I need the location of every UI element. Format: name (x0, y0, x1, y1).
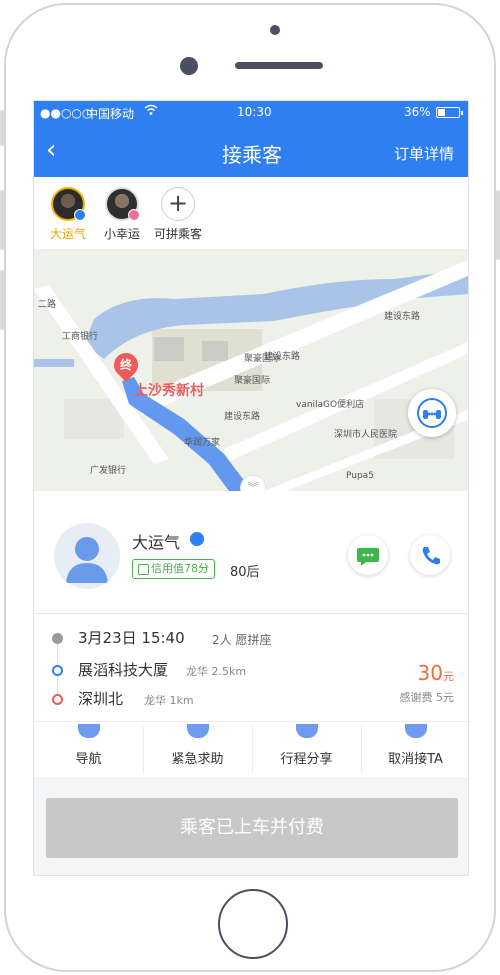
map-poi-label: 华润万家 (184, 438, 221, 448)
nav-bar: ‹ 接乘客 订单详情 (34, 125, 468, 177)
share-trip-button[interactable]: 行程分享 (252, 722, 361, 778)
avatar (105, 187, 140, 221)
map-canvas (34, 249, 468, 491)
map-poi-label: 工商银行 (62, 332, 99, 342)
battery-icon (436, 107, 463, 118)
signal-strength: ●●○○○ (40, 106, 93, 120)
age-group: 80后 (230, 565, 260, 580)
gender-badge-icon (74, 209, 86, 221)
passenger-tabs: 大运气 小幸运 + 可拼乘客 (34, 177, 468, 249)
volume-up-button (0, 190, 4, 250)
power-button (496, 190, 500, 260)
phone-frame: ●●○○○ 中国移动 10:30 36% ‹ 接乘客 订单详情 大运气 小幸运 … (0, 0, 500, 975)
phone-icon (422, 547, 440, 565)
credit-badge: 信用值78分 (132, 559, 215, 579)
home-button[interactable] (218, 889, 288, 959)
action-label: 取消接TA (388, 752, 443, 767)
tab-label: 大运气 (49, 227, 86, 241)
wifi-icon (144, 104, 158, 119)
cancel-icon (404, 724, 427, 738)
tab-passenger-2[interactable]: 小幸运 (92, 187, 152, 242)
time-dot-icon (52, 633, 63, 644)
map-poi-label: 聚豪国际 (244, 354, 281, 364)
action-label: 紧急求助 (171, 752, 224, 767)
chat-button[interactable] (348, 535, 388, 575)
clock: 10:30 (237, 105, 272, 119)
tab-passenger-1[interactable]: 大运气 (38, 187, 98, 242)
proximity-sensor (270, 25, 280, 35)
avatar (54, 523, 120, 589)
person-icon (66, 537, 108, 583)
plus-icon: + (161, 187, 195, 221)
carrier-name: 中国移动 (86, 107, 135, 121)
gender-badge-icon (128, 209, 140, 221)
map-poi-label: 聚豪国际 (234, 376, 271, 386)
destination-dot-icon (52, 694, 63, 705)
fare-amount: 30元 (418, 661, 454, 685)
status-bar: ●●○○○ 中国移动 10:30 36% (34, 101, 468, 125)
app-screen: ●●○○○ 中国移动 10:30 36% ‹ 接乘客 订单详情 大运气 小幸运 … (33, 100, 469, 876)
origin-dot-icon (52, 665, 63, 676)
tab-label: 可拼乘客 (153, 227, 202, 241)
front-camera (180, 57, 198, 75)
volume-down-button (0, 270, 4, 330)
battery-percent: 36% (404, 105, 431, 119)
action-label: 行程分享 (280, 752, 333, 767)
map-road-label: 建设东路 (384, 312, 421, 322)
seats-note: 2人 愿拼座 (212, 633, 272, 647)
action-bar: 导航 紧急求助 行程分享 取消接TA (34, 721, 468, 778)
pin-label: 终 (119, 358, 132, 372)
message-icon (357, 548, 379, 566)
order-detail-button[interactable]: 订单详情 (394, 143, 454, 164)
origin-name: 展滔科技大厦 (78, 661, 169, 679)
earpiece-speaker (235, 62, 323, 69)
map-poi-label: 深圳市人民医院 (334, 430, 398, 440)
passenger-card: 大运气 信用值78分 80后 3月23日 15:40 2人 愿拼座 展滔科技大厦… (34, 491, 468, 721)
map-poi-label: vanilaGO便利店 (296, 400, 365, 410)
destination-name: 深圳北 (78, 690, 124, 708)
avatar (51, 187, 86, 221)
map-poi-label: 广发银行 (90, 466, 127, 476)
destination-label: 上沙秀新村 (134, 383, 204, 399)
map-poi-label: Pupa5 (346, 471, 374, 481)
tab-add-passenger[interactable]: + 可拼乘客 (148, 187, 208, 242)
mute-switch (0, 110, 4, 146)
verified-icon (190, 532, 204, 546)
tab-label: 小幸运 (103, 227, 140, 241)
map-road-label: 建设东路 (224, 412, 261, 422)
trip-datetime: 3月23日 15:40 (78, 629, 185, 647)
passenger-name: 大运气 (132, 533, 181, 552)
emergency-button[interactable]: 紧急求助 (143, 722, 252, 778)
battery-fill (438, 109, 445, 116)
cancel-pickup-button[interactable]: 取消接TA (361, 722, 468, 778)
thanks-fee: 感谢费 5元 (399, 691, 455, 704)
fare-value: 30 (417, 661, 443, 685)
origin-detail: 龙华 2.5km (186, 665, 247, 678)
emergency-icon (186, 724, 209, 738)
destination-pin-icon: 终 (109, 348, 143, 383)
navigate-button[interactable]: 导航 (34, 722, 143, 778)
passenger-boarded-button[interactable]: 乘客已上车并付费 (46, 798, 458, 858)
customer-service-button[interactable] (408, 389, 456, 437)
call-button[interactable] (410, 535, 450, 575)
map-road-label: 二路 (38, 300, 57, 310)
fare-unit: 元 (443, 670, 454, 683)
destination-detail: 龙华 1km (144, 694, 194, 707)
headset-icon (417, 398, 447, 428)
map-view[interactable]: 建设东路 建设东路 建设东路 二路 聚豪国际 聚豪国际 工商银行 vanilaG… (34, 249, 468, 501)
navigation-icon (77, 724, 100, 738)
divider (34, 613, 468, 614)
action-label: 导航 (75, 752, 102, 767)
share-icon (295, 724, 318, 738)
